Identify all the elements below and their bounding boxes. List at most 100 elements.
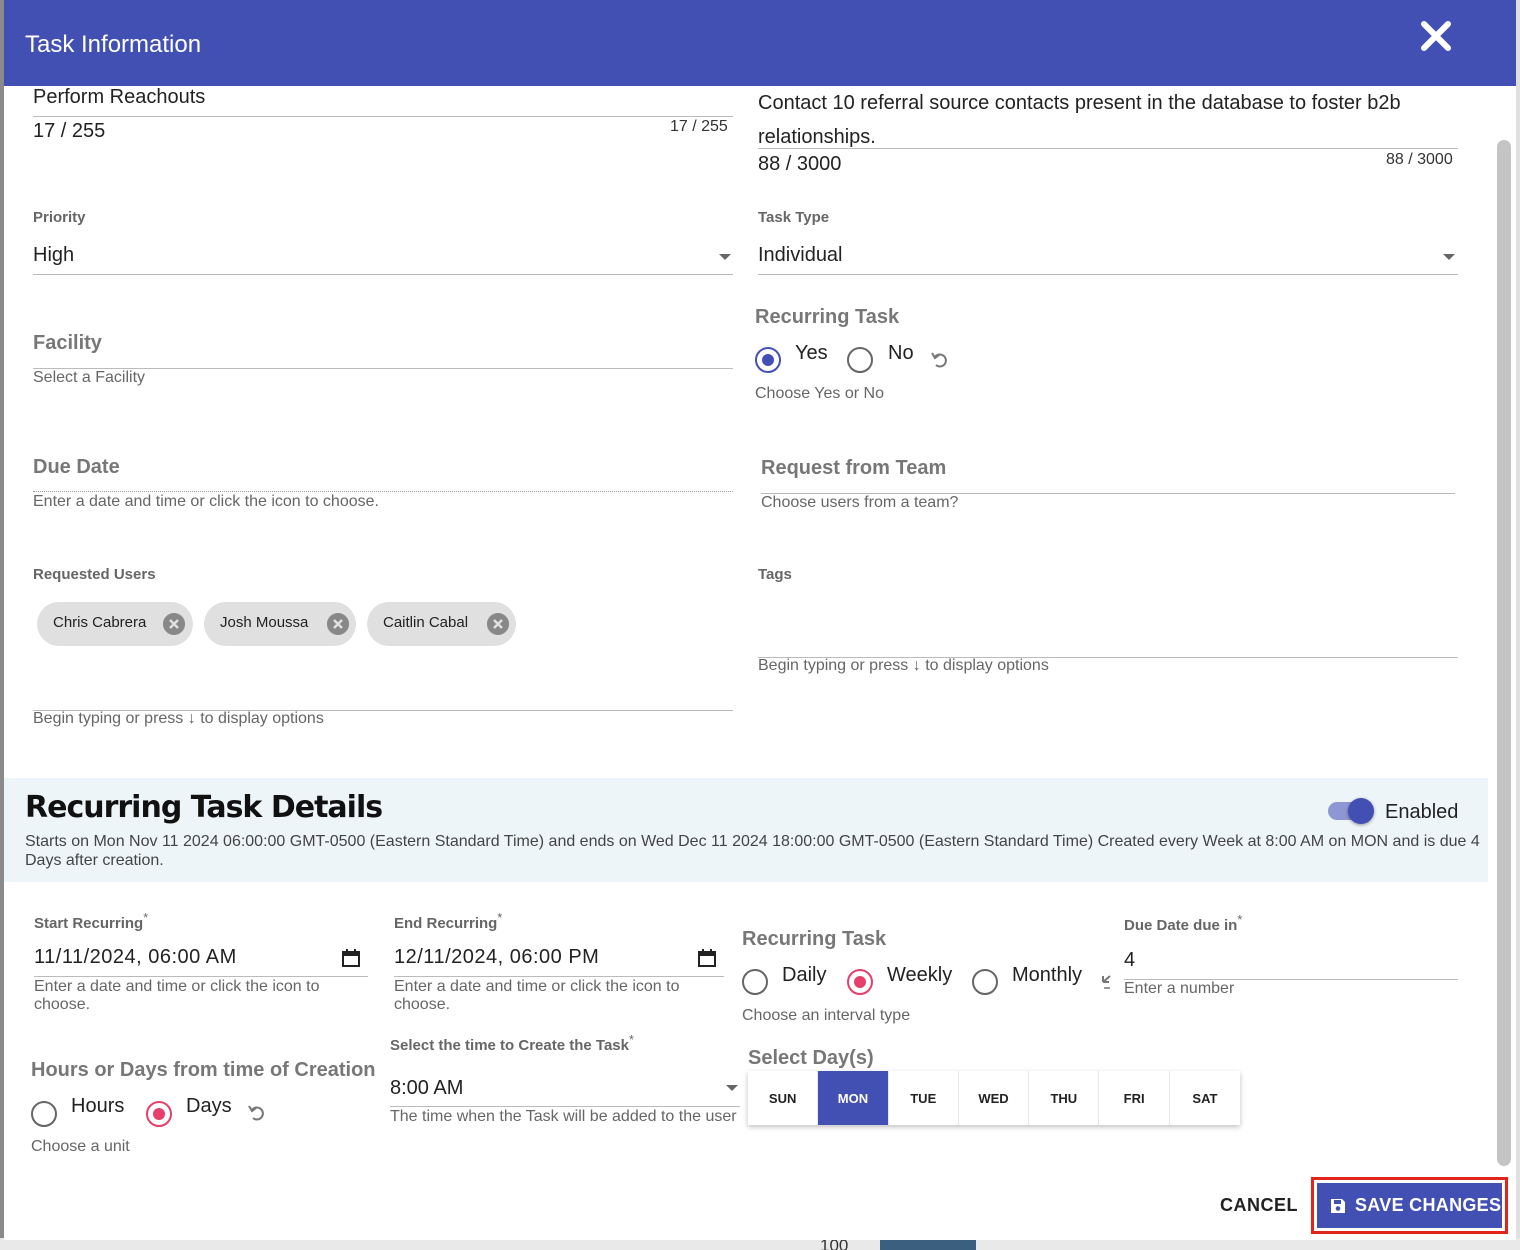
end-recurring-label-text: End Recurring (394, 915, 498, 932)
save-changes-button[interactable]: SAVE CHANGES (1317, 1183, 1502, 1228)
end-recurring-underline (394, 976, 724, 977)
end-recurring-helper: Enter a date and time or click the icon … (394, 978, 680, 1013)
save-changes-label: SAVE CHANGES (1355, 1195, 1502, 1215)
create-time-label-text: Select the time to Create the Task (390, 1037, 629, 1054)
task-information-dialog: Task Information Perform Reachouts 17 / … (4, 0, 1516, 1240)
save-icon (1331, 1198, 1345, 1213)
user-chip: Chris Cabrera (37, 602, 193, 646)
create-time-underline (390, 1106, 740, 1107)
unit-days-label: Days (186, 1095, 232, 1117)
task-type-underline (758, 274, 1458, 275)
recurring-details-section: Recurring Task Details Enabled Starts on… (4, 778, 1488, 882)
user-chip: Caitlin Cabal (367, 602, 516, 646)
day-button-tue[interactable]: TUE (889, 1071, 959, 1125)
priority-dropdown-icon[interactable] (719, 254, 731, 260)
interval-weekly-label: Weekly (887, 964, 953, 986)
task-description-input[interactable]: Contact 10 referral source contacts pres… (758, 86, 1458, 154)
interval-daily-radio[interactable] (742, 969, 768, 995)
facility-input[interactable]: Select a Facility (33, 369, 145, 387)
unit-helper: Choose a unit (31, 1138, 130, 1155)
task-description-counter-right: 88 / 3000 (1386, 151, 1453, 168)
recurring-task-label: Recurring Task (755, 306, 900, 328)
reset-icon[interactable] (1100, 972, 1112, 992)
interval-monthly-label: Monthly (1012, 964, 1083, 986)
enabled-toggle-label: Enabled (1385, 801, 1459, 823)
request-team-input[interactable]: Choose users from a team? (761, 494, 958, 512)
interval-daily-label: Daily (782, 964, 827, 986)
create-time-select[interactable]: 8:00 AM (390, 1077, 463, 1100)
due-in-input[interactable]: 4 (1124, 949, 1135, 972)
due-in-label-text: Due Date due in (1124, 917, 1238, 934)
create-time-label: Select the time to Create the Task* (390, 1033, 634, 1054)
day-button-sun[interactable]: SUN (748, 1071, 819, 1125)
day-button-sat[interactable]: SAT (1170, 1071, 1240, 1125)
interval-label: Recurring Task (742, 928, 887, 950)
day-selector: SUN MON TUE WED THU FRI SAT (748, 1071, 1241, 1125)
due-in-helper: Enter a number (1124, 980, 1235, 997)
enabled-toggle-thumb[interactable] (1348, 798, 1374, 824)
request-team-label: Request from Team (761, 457, 947, 479)
required-mark: * (1237, 913, 1243, 927)
recurring-yes-radio[interactable] (755, 347, 781, 373)
unit-label: Hours or Days from time of Creation (31, 1059, 376, 1081)
task-description-counter: 88 / 3000 (758, 153, 842, 175)
background-edge (1516, 0, 1520, 1250)
chip-remove-icon[interactable] (327, 613, 349, 635)
dialog-title: Task Information (25, 31, 202, 58)
task-name-input[interactable]: Perform Reachouts (33, 86, 205, 109)
user-chip-label: Josh Moussa (220, 614, 309, 631)
dialog-header: Task Information (4, 0, 1516, 86)
create-time-helper: The time when the Task will be added to … (390, 1108, 737, 1125)
recurring-no-radio[interactable] (847, 347, 873, 373)
recurring-details-title: Recurring Task Details (25, 790, 383, 825)
recurring-details-summary: Starts on Mon Nov 11 2024 06:00:00 GMT-0… (25, 833, 1480, 869)
due-date-input[interactable]: Enter a date and time or click the icon … (33, 493, 379, 511)
interval-helper: Choose an interval type (742, 1007, 911, 1024)
unit-hours-radio[interactable] (31, 1101, 57, 1127)
recurring-yes-label: Yes (795, 342, 828, 364)
end-recurring-input[interactable]: 12/11/2024, 06:00 PM (394, 946, 599, 969)
chip-remove-icon[interactable] (487, 613, 509, 635)
required-mark: * (143, 911, 149, 925)
start-recurring-input[interactable]: 11/11/2024, 06:00 AM (34, 946, 237, 969)
reset-icon[interactable] (247, 1103, 267, 1123)
create-time-dropdown-icon[interactable] (726, 1085, 738, 1091)
priority-label: Priority (33, 209, 86, 226)
task-type-dropdown-icon[interactable] (1443, 254, 1455, 260)
calendar-icon[interactable] (697, 948, 717, 968)
facility-label: Facility (33, 332, 102, 354)
task-description-underline (758, 148, 1458, 149)
due-date-underline (33, 491, 733, 492)
day-button-fri[interactable]: FRI (1099, 1071, 1170, 1125)
interval-monthly-radio[interactable] (972, 969, 998, 995)
start-recurring-label: Start Recurring* (34, 911, 148, 932)
reset-icon[interactable] (930, 350, 950, 370)
task-type-label: Task Type (758, 209, 830, 226)
day-button-mon[interactable]: MON (818, 1071, 889, 1125)
cancel-button[interactable]: CANCEL (1206, 1180, 1312, 1230)
start-recurring-underline (34, 976, 368, 977)
requested-users-input[interactable]: Begin typing or press ↓ to display optio… (33, 710, 324, 728)
unit-hours-label: Hours (71, 1095, 125, 1117)
close-icon[interactable] (1418, 18, 1454, 54)
tags-label: Tags (758, 566, 792, 583)
priority-underline (33, 274, 733, 275)
chip-remove-icon[interactable] (163, 613, 185, 635)
day-button-wed[interactable]: WED (959, 1071, 1030, 1125)
tags-input[interactable]: Begin typing or press ↓ to display optio… (758, 657, 1049, 675)
scrollbar-thumb[interactable] (1497, 140, 1511, 1166)
recurring-helper: Choose Yes or No (755, 385, 884, 402)
due-in-label: Due Date due in* (1124, 913, 1242, 934)
unit-days-radio[interactable] (146, 1101, 172, 1127)
user-chip-label: Caitlin Cabal (383, 614, 469, 631)
priority-select[interactable]: High (33, 244, 74, 267)
due-date-label: Due Date (33, 456, 120, 478)
interval-weekly-radio[interactable] (847, 969, 873, 995)
start-recurring-label-text: Start Recurring (34, 915, 144, 932)
calendar-icon[interactable] (341, 948, 361, 968)
task-type-select[interactable]: Individual (758, 244, 843, 267)
day-button-thu[interactable]: THU (1029, 1071, 1100, 1125)
user-chip-label: Chris Cabrera (53, 614, 147, 631)
background-bar (880, 1240, 976, 1250)
scrollbar[interactable] (1488, 86, 1516, 1176)
